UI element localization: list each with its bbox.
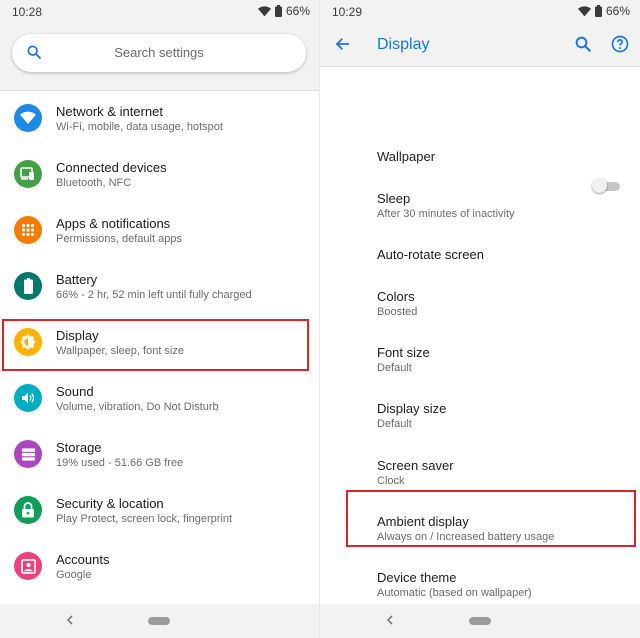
navigation-bar [0, 604, 320, 638]
battery-percent: 66% [285, 4, 310, 18]
pref-title: Display size [377, 401, 447, 416]
status-time: 10:28 [12, 5, 43, 19]
pref-title: Sleep [377, 191, 411, 206]
wifi-signal-icon [257, 5, 271, 17]
account-icon [14, 552, 42, 580]
display-highlight-box [2, 319, 309, 371]
pref-title: Wallpaper [377, 149, 436, 164]
settings-item-subtitle: 19% used - 51.66 GB free [56, 457, 184, 469]
settings-item-title: Accounts [56, 552, 110, 567]
status-bar: 10:29 66% [320, 0, 640, 24]
pref-subtitle: Boosted [377, 306, 418, 318]
storage-icon [14, 440, 42, 468]
settings-item-subtitle: Bluetooth, NFC [56, 177, 132, 189]
auto-rotate-toggle[interactable] [592, 178, 620, 193]
settings-item-title: Network & internet [56, 104, 163, 119]
status-time: 10:29 [332, 5, 363, 19]
settings-item-title: Apps & notifications [56, 216, 171, 231]
settings-item-title: Connected devices [56, 160, 167, 175]
settings-item-subtitle: Play Protect, screen lock, fingerprint [56, 513, 233, 525]
settings-item-title: Security & location [56, 496, 164, 511]
nav-home-pill[interactable] [148, 617, 170, 625]
navigation-bar [320, 604, 640, 638]
pref-title: Colors [377, 289, 415, 304]
settings-item-title: Battery [56, 272, 98, 287]
device-theme-highlight-box [346, 490, 636, 547]
search-icon[interactable] [574, 35, 592, 58]
settings-item-network-internet[interactable]: Network & internet Wi-Fi, mobile, data us… [0, 90, 318, 146]
settings-item-apps-notifications[interactable]: Apps & notifications Permissions, default… [0, 202, 318, 258]
devices-icon [14, 160, 42, 188]
search-header: Search settings [0, 24, 320, 91]
lock-icon [14, 496, 42, 524]
settings-item-security-location[interactable]: Security & location Play Protect, screen … [0, 482, 318, 538]
settings-item-accounts[interactable]: Accounts Google [0, 538, 318, 594]
settings-item-connected-devices[interactable]: Connected devices Bluetooth, NFC [0, 146, 318, 202]
pref-subtitle: Clock [377, 475, 405, 487]
search-placeholder: Search settings [114, 45, 204, 60]
wifi-icon [14, 104, 42, 132]
settings-screen: 10:28 66% Search settings Network & inte… [0, 0, 320, 638]
pref-subtitle: Default [377, 418, 412, 430]
status-bar: 10:28 66% [0, 0, 320, 24]
pref-subtitle: Automatic (based on wallpaper) [377, 587, 532, 599]
battery-icon [14, 272, 42, 300]
pref-subtitle: Default [377, 362, 412, 374]
apps-icon [14, 216, 42, 244]
settings-item-battery[interactable]: Battery 66% - 2 hr, 52 min left until ful… [0, 258, 318, 314]
battery-status-icon [274, 5, 282, 17]
volume-icon [14, 384, 42, 412]
settings-item-subtitle: Permissions, default apps [56, 233, 182, 245]
toggle-thumb [592, 178, 607, 193]
app-bar: Display [320, 24, 640, 67]
pref-title: Font size [377, 345, 430, 360]
page-title: Display [377, 36, 430, 53]
help-icon[interactable] [611, 35, 629, 58]
settings-item-storage[interactable]: Storage 19% used - 51.66 GB free [0, 426, 318, 482]
battery-percent: 66% [605, 4, 630, 18]
nav-home-pill[interactable] [469, 617, 491, 625]
settings-item-sound[interactable]: Sound Volume, vibration, Do Not Disturb [0, 370, 318, 426]
nav-back-icon[interactable] [64, 613, 76, 632]
wifi-signal-icon [577, 5, 591, 17]
nav-back-icon[interactable] [384, 613, 396, 632]
back-arrow-icon[interactable] [334, 35, 352, 58]
pref-title: Screen saver [377, 458, 454, 473]
settings-item-subtitle: Google [56, 569, 92, 581]
settings-item-subtitle: Volume, vibration, Do Not Disturb [56, 401, 219, 413]
pref-title: Auto-rotate screen [377, 247, 484, 262]
display-settings-screen: 10:29 66% Display Wallpaper Sleep After 30… [320, 0, 640, 638]
pref-subtitle: After 30 minutes of inactivity [377, 208, 515, 220]
settings-item-title: Storage [56, 440, 102, 455]
search-settings-bar[interactable]: Search settings [12, 34, 306, 72]
settings-item-title: Sound [56, 384, 94, 399]
settings-item-subtitle: Wi-Fi, mobile, data usage, hotspot [56, 121, 223, 133]
pref-title: Device theme [377, 570, 457, 585]
settings-item-subtitle: 66% - 2 hr, 52 min left until fully char… [56, 289, 252, 301]
battery-status-icon [594, 5, 602, 17]
